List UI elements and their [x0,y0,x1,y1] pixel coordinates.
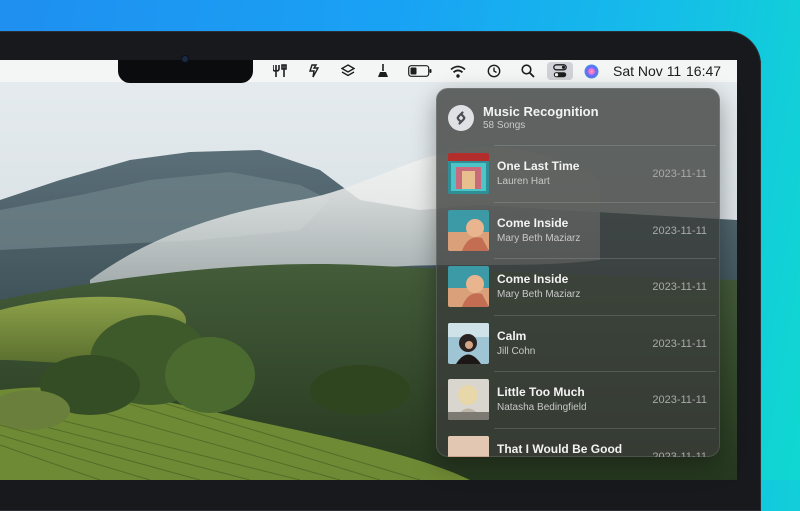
song-artist: Mary Beth Maziarz [497,232,581,244]
divider [494,427,716,429]
song-title: Come Inside [497,272,569,286]
list-item[interactable]: Come Inside Mary Beth Maziarz 2023-11-11 [436,258,720,315]
album-art [448,322,489,364]
list-item[interactable]: Calm Jill Cohn 2023-11-11 [436,314,720,372]
spotlight-search-icon[interactable] [516,62,540,80]
divider [494,201,716,203]
song-date: 2023-11-11 [652,394,707,406]
list-item[interactable]: Little Too Much Natasha Bedingfield 2023… [436,371,720,428]
album-art [448,209,489,251]
song-date: 2023-11-11 [652,281,707,293]
song-title: Calm [497,328,527,343]
divider [494,258,716,259]
camera-lens [182,56,188,62]
song-artist: Jill Cohn [497,345,536,357]
tools-icon[interactable] [268,62,292,80]
menu-date[interactable]: Sat Nov 11 [613,63,681,79]
song-artist: Mary Beth Maziarz [497,289,581,300]
song-artist: Natasha Bedingfield [497,402,587,413]
album-art [448,435,489,457]
song-list: One Last Time Lauren Hart 2023-11-11 Com… [436,145,720,457]
broom-icon[interactable] [371,62,395,80]
music-recognition-panel: Music Recognition 58 Songs One Last Time… [436,88,720,457]
album-art [448,153,489,194]
time-machine-icon[interactable] [482,62,506,80]
song-artist: Lauren Hart [497,176,550,187]
list-item[interactable]: That I Would Be Good 2023-11-11 [436,427,720,458]
song-date: 2023-11-11 [652,168,707,180]
menu-clock[interactable]: 16:47 [686,63,721,79]
song-title: That I Would Be Good [497,441,623,456]
song-title: Come Inside [497,215,569,230]
list-item[interactable]: Come Inside Mary Beth Maziarz 2023-11-11 [436,201,720,259]
cursor-icon[interactable] [302,62,326,80]
song-date: 2023-11-11 [652,224,707,237]
shazam-icon [448,105,474,131]
battery-icon[interactable] [406,62,434,80]
album-art [448,266,489,307]
menu-bar: Sat Nov 11 16:47 [0,60,737,82]
layers-icon[interactable] [336,62,360,80]
list-item[interactable]: One Last Time Lauren Hart 2023-11-11 [436,145,720,202]
song-title: One Last Time [497,159,580,173]
control-center-icon[interactable] [547,62,573,80]
divider [494,371,716,372]
song-date: 2023-11-11 [652,450,707,458]
camera-notch [118,60,253,83]
panel-title: Music Recognition [483,104,599,119]
song-date: 2023-11-11 [652,337,707,350]
siri-icon[interactable] [579,62,603,80]
song-count: 58 Songs [483,120,526,131]
song-title: Little Too Much [497,385,585,399]
wifi-icon[interactable] [446,62,470,80]
album-art [448,379,489,420]
divider [494,145,716,146]
panel-header: Music Recognition 58 Songs [436,88,720,144]
divider [494,314,716,316]
